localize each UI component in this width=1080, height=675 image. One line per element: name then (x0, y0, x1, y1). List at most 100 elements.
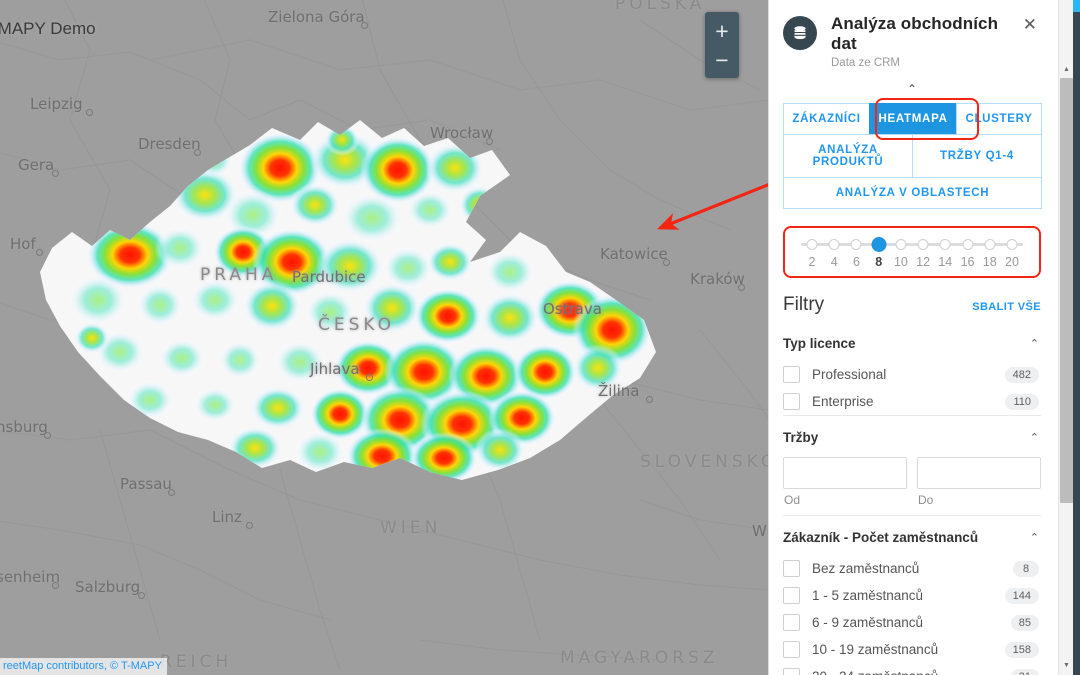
checkbox[interactable] (783, 668, 800, 675)
range-to-label: Do (918, 493, 934, 507)
slider-tick-label: 16 (960, 255, 975, 269)
slider-tick-label: 12 (916, 255, 931, 269)
scroll-up-icon[interactable]: ▲ (1059, 62, 1074, 77)
slider-tick[interactable] (939, 239, 951, 250)
filter-checkbox-row[interactable]: Professional 482 (783, 361, 1041, 388)
checkbox[interactable] (783, 366, 800, 383)
slider-tick-label: 6 (852, 255, 860, 269)
filter-label: Professional (812, 367, 887, 382)
scroll-down-icon[interactable]: ▼ (1059, 658, 1074, 673)
zoom-in-button[interactable]: + (705, 16, 739, 45)
zoom-out-button[interactable]: − (705, 45, 739, 74)
app-root: -MAPY Demo Zielona Góra Wrocław POLSKA Leip… (0, 0, 1080, 675)
map-city-dot (85, 109, 93, 116)
slider-tick[interactable] (850, 239, 862, 250)
filter-count-badge: 144 (1004, 587, 1039, 604)
filter-checkbox-row[interactable]: 6 - 9 zaměstnanců 85 (783, 609, 1041, 636)
map-city-dot (51, 170, 59, 177)
filter-checkbox-row[interactable]: 10 - 19 zaměstnanců 158 (783, 636, 1041, 663)
filter-group-header[interactable]: Tržby ⌃ (783, 416, 1041, 455)
filter-checkbox-row[interactable]: 1 - 5 zaměstnanců 144 (783, 582, 1041, 609)
slider-tick[interactable] (806, 239, 818, 250)
slider-tick-label: 18 (982, 255, 997, 269)
filter-group: Typ licence ⌃ Professional 482 Enterprise 110 (783, 322, 1041, 415)
map-city-dot (193, 149, 201, 156)
zoom-controls[interactable]: + − (705, 12, 739, 78)
filters-section: Filtry SBALIT VŠE Typ licence ⌃ Profession… (769, 278, 1055, 675)
slider-tick[interactable] (962, 239, 974, 250)
window-edge-accent (1073, 0, 1080, 12)
map-city-dot (245, 522, 253, 529)
radius-slider[interactable]: 2 4 6 8 10 12 14 16 18 20 (793, 236, 1031, 272)
slider-tick-label: 14 (938, 255, 953, 269)
filter-checkbox-row[interactable]: Enterprise 110 (783, 388, 1041, 415)
filter-group: Tržby ⌃ Od Do (783, 415, 1041, 515)
filter-label: Bez zaměstnanců (812, 561, 920, 576)
chevron-up-icon[interactable]: ⌃ (1030, 431, 1039, 444)
filter-label: 1 - 5 zaměstnanců (812, 588, 924, 603)
checkbox[interactable] (783, 614, 800, 631)
panel-subtitle: Data ze CRM (831, 57, 901, 69)
filter-count-badge: 158 (1004, 641, 1039, 658)
scrollbar-thumb[interactable] (1060, 78, 1073, 503)
slider-tick-label: 10 (893, 255, 908, 269)
slider-tick-label: 20 (1005, 255, 1019, 269)
filter-count-badge: 31 (1010, 668, 1039, 675)
tab-z-kazn-ci[interactable]: ZÁKAZNÍCI (783, 103, 871, 135)
window-edge (1073, 0, 1080, 675)
chevron-up-icon[interactable]: ⌃ (1030, 531, 1039, 544)
checkbox[interactable] (783, 560, 800, 577)
map-city-dot (365, 374, 373, 381)
map-city-dot (51, 582, 59, 589)
filter-group-header[interactable]: Zákazník - Počet zaměstnanců ⌃ (783, 516, 1041, 555)
filter-group-title: Zákazník - Počet zaměstnanců (783, 530, 979, 545)
filter-label: Enterprise (812, 394, 874, 409)
range-inputs: Od Do (783, 455, 1041, 515)
filters-header: Filtry SBALIT VŠE (783, 278, 1041, 322)
tab-anal-za-v-oblastech[interactable]: ANALÝZA V OBLASTECH (783, 177, 1042, 209)
tab-heatmapa[interactable]: HEATMAPA (869, 103, 958, 135)
tab-clustery[interactable]: CLUSTERY (956, 103, 1043, 135)
tab-row-2: ANALÝZA PRODUKTŮ TRŽBY Q1-4 (783, 134, 1042, 178)
tab-anal-za-produkt[interactable]: ANALÝZA PRODUKTŮ (783, 134, 913, 178)
heatmap-layer (40, 120, 656, 480)
checkbox[interactable] (783, 393, 800, 410)
collapse-all-button[interactable]: SBALIT VŠE (972, 301, 1041, 313)
chevron-up-icon[interactable]: ⌃ (1030, 337, 1039, 350)
filter-count-badge: 8 (1013, 560, 1039, 577)
range-from-column: Od (783, 457, 907, 515)
slider-tick[interactable] (1006, 239, 1018, 250)
map-title: -MAPY Demo (0, 19, 96, 38)
map-canvas[interactable]: -MAPY Demo Zielona Góra Wrocław POLSKA Leip… (0, 0, 769, 675)
range-to-input[interactable] (917, 457, 1041, 489)
chevron-up-icon[interactable]: ⌃ (907, 83, 917, 95)
filter-checkbox-row[interactable]: 20 - 24 zaměstnanců31 (783, 663, 1041, 675)
panel-scrollbar[interactable]: ▲ ▼ (1058, 0, 1073, 675)
radius-slider-container[interactable]: 2 4 6 8 10 12 14 16 18 20 (783, 226, 1041, 278)
tab-tr-by-q1-4[interactable]: TRŽBY Q1-4 (912, 134, 1042, 178)
database-icon (783, 16, 817, 50)
map-city-dot (360, 22, 368, 29)
slider-tick[interactable] (895, 239, 907, 250)
close-icon[interactable]: ✕ (1019, 14, 1041, 35)
filter-count-badge: 482 (1004, 366, 1039, 383)
filter-checkbox-row[interactable]: Bez zaměstnanců 8 (783, 555, 1041, 582)
checkbox[interactable] (783, 587, 800, 604)
panel-title: Analýza obchodních dat (831, 14, 999, 53)
slider-tick[interactable] (917, 239, 929, 250)
range-from-input[interactable] (783, 457, 907, 489)
filter-group-title: Tržby (783, 430, 819, 445)
panel-collapse-row: ⌃ (769, 73, 1055, 99)
filter-group-header[interactable]: Typ licence ⌃ (783, 322, 1041, 361)
slider-tick[interactable] (828, 239, 840, 250)
slider-tick-label: 4 (830, 255, 838, 269)
panel-header: Analýza obchodních dat Data ze CRM ✕ (769, 0, 1055, 73)
checkbox[interactable] (783, 641, 800, 658)
slider-thumb[interactable] (871, 237, 887, 252)
tab-row-1: ZÁKAZNÍCI HEATMAPA CLUSTERY (783, 103, 1043, 135)
filter-groups: Typ licence ⌃ Professional 482 Enterprise 110… (783, 322, 1041, 675)
tab-row-3: ANALÝZA V OBLASTECH (783, 177, 1042, 209)
panel-scroll-area: Analýza obchodních dat Data ze CRM ✕ ⌃ Z… (769, 0, 1080, 675)
slider-tick[interactable] (984, 239, 996, 250)
map-attribution[interactable]: reetMap contributors, © T-MAPY (0, 658, 167, 675)
